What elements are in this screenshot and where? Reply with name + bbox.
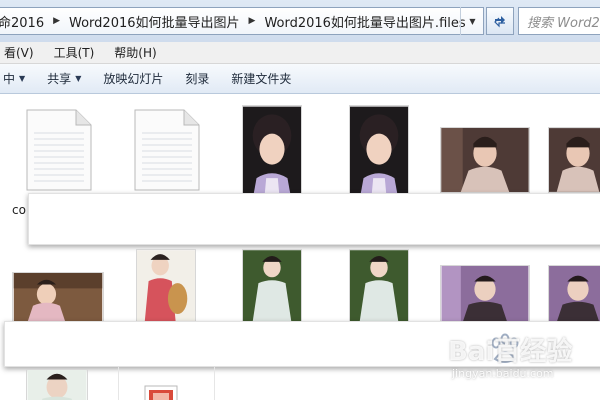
- image-thumbnail[interactable]: [349, 105, 409, 201]
- address-row: 命2016 ▶ Word2016如何批量导出图片 ▶ Word2016如何批量导…: [0, 0, 600, 42]
- burn-button[interactable]: 刻录: [174, 70, 220, 87]
- image-thumbnail[interactable]: [440, 127, 530, 193]
- share-label: 共享: [47, 72, 72, 86]
- image-thumbnail[interactable]: [548, 265, 600, 323]
- command-bar: 中 ▼ 共享 ▼ 放映幻灯片 刻录 新建文件夹: [0, 64, 600, 94]
- column-divider: [118, 367, 119, 400]
- overlay-panel: [28, 193, 600, 245]
- organize-button[interactable]: 中 ▼: [0, 70, 36, 87]
- chevron-down-icon: ▼: [19, 74, 26, 83]
- organize-label: 中: [3, 72, 16, 86]
- search-placeholder: 搜索 Word20: [527, 15, 600, 31]
- menu-help[interactable]: 帮助(H): [104, 44, 166, 61]
- share-button[interactable]: 共享 ▼: [36, 70, 92, 87]
- menu-bar: 看(V) 工具(T) 帮助(H): [0, 42, 600, 64]
- column-divider: [214, 367, 215, 400]
- slideshow-button[interactable]: 放映幻灯片: [92, 70, 174, 87]
- new-folder-button[interactable]: 新建文件夹: [220, 70, 302, 87]
- breadcrumb-separator-icon[interactable]: ▶: [244, 16, 261, 26]
- image-thumbnail[interactable]: [12, 272, 104, 324]
- address-dropdown-icon[interactable]: ▼: [460, 7, 484, 35]
- image-thumbnail[interactable]: [242, 249, 302, 323]
- breadcrumb-separator-icon[interactable]: ▶: [48, 16, 65, 26]
- document-file-icon[interactable]: [134, 109, 200, 191]
- search-input[interactable]: 搜索 Word20: [518, 7, 600, 35]
- chevron-down-icon: ▼: [75, 74, 82, 83]
- image-thumbnail[interactable]: [440, 265, 530, 323]
- image-thumbnail[interactable]: [242, 105, 302, 201]
- image-thumbnail[interactable]: [136, 249, 196, 323]
- menu-view[interactable]: 看(V): [0, 44, 44, 61]
- refresh-icon: [494, 16, 505, 28]
- image-thumbnail[interactable]: [26, 369, 88, 400]
- image-thumbnail[interactable]: [548, 127, 600, 193]
- watermark-text: Bai百经验: [448, 337, 573, 367]
- baidu-watermark: Bai百经验 jingyan.baidu.com: [448, 327, 598, 395]
- menu-tools[interactable]: 工具(T): [44, 44, 105, 61]
- refresh-button[interactable]: [486, 7, 514, 35]
- breadcrumb-current[interactable]: Word2016如何批量导出图片.files: [260, 12, 469, 31]
- file-list-area[interactable]: co Bai百经验 jingyan.baidu.com: [0, 95, 600, 400]
- image-thumbnail[interactable]: [349, 249, 409, 323]
- address-bar[interactable]: 命2016 ▶ Word2016如何批量导出图片 ▶ Word2016如何批量导…: [0, 7, 484, 35]
- breadcrumb-root[interactable]: 命2016: [0, 12, 48, 31]
- file-caption[interactable]: co: [12, 203, 26, 217]
- watermark-url: jingyan.baidu.com: [452, 367, 554, 380]
- image-file-icon[interactable]: [144, 385, 178, 400]
- breadcrumb-folder[interactable]: Word2016如何批量导出图片: [65, 12, 244, 31]
- document-file-icon[interactable]: [26, 109, 92, 191]
